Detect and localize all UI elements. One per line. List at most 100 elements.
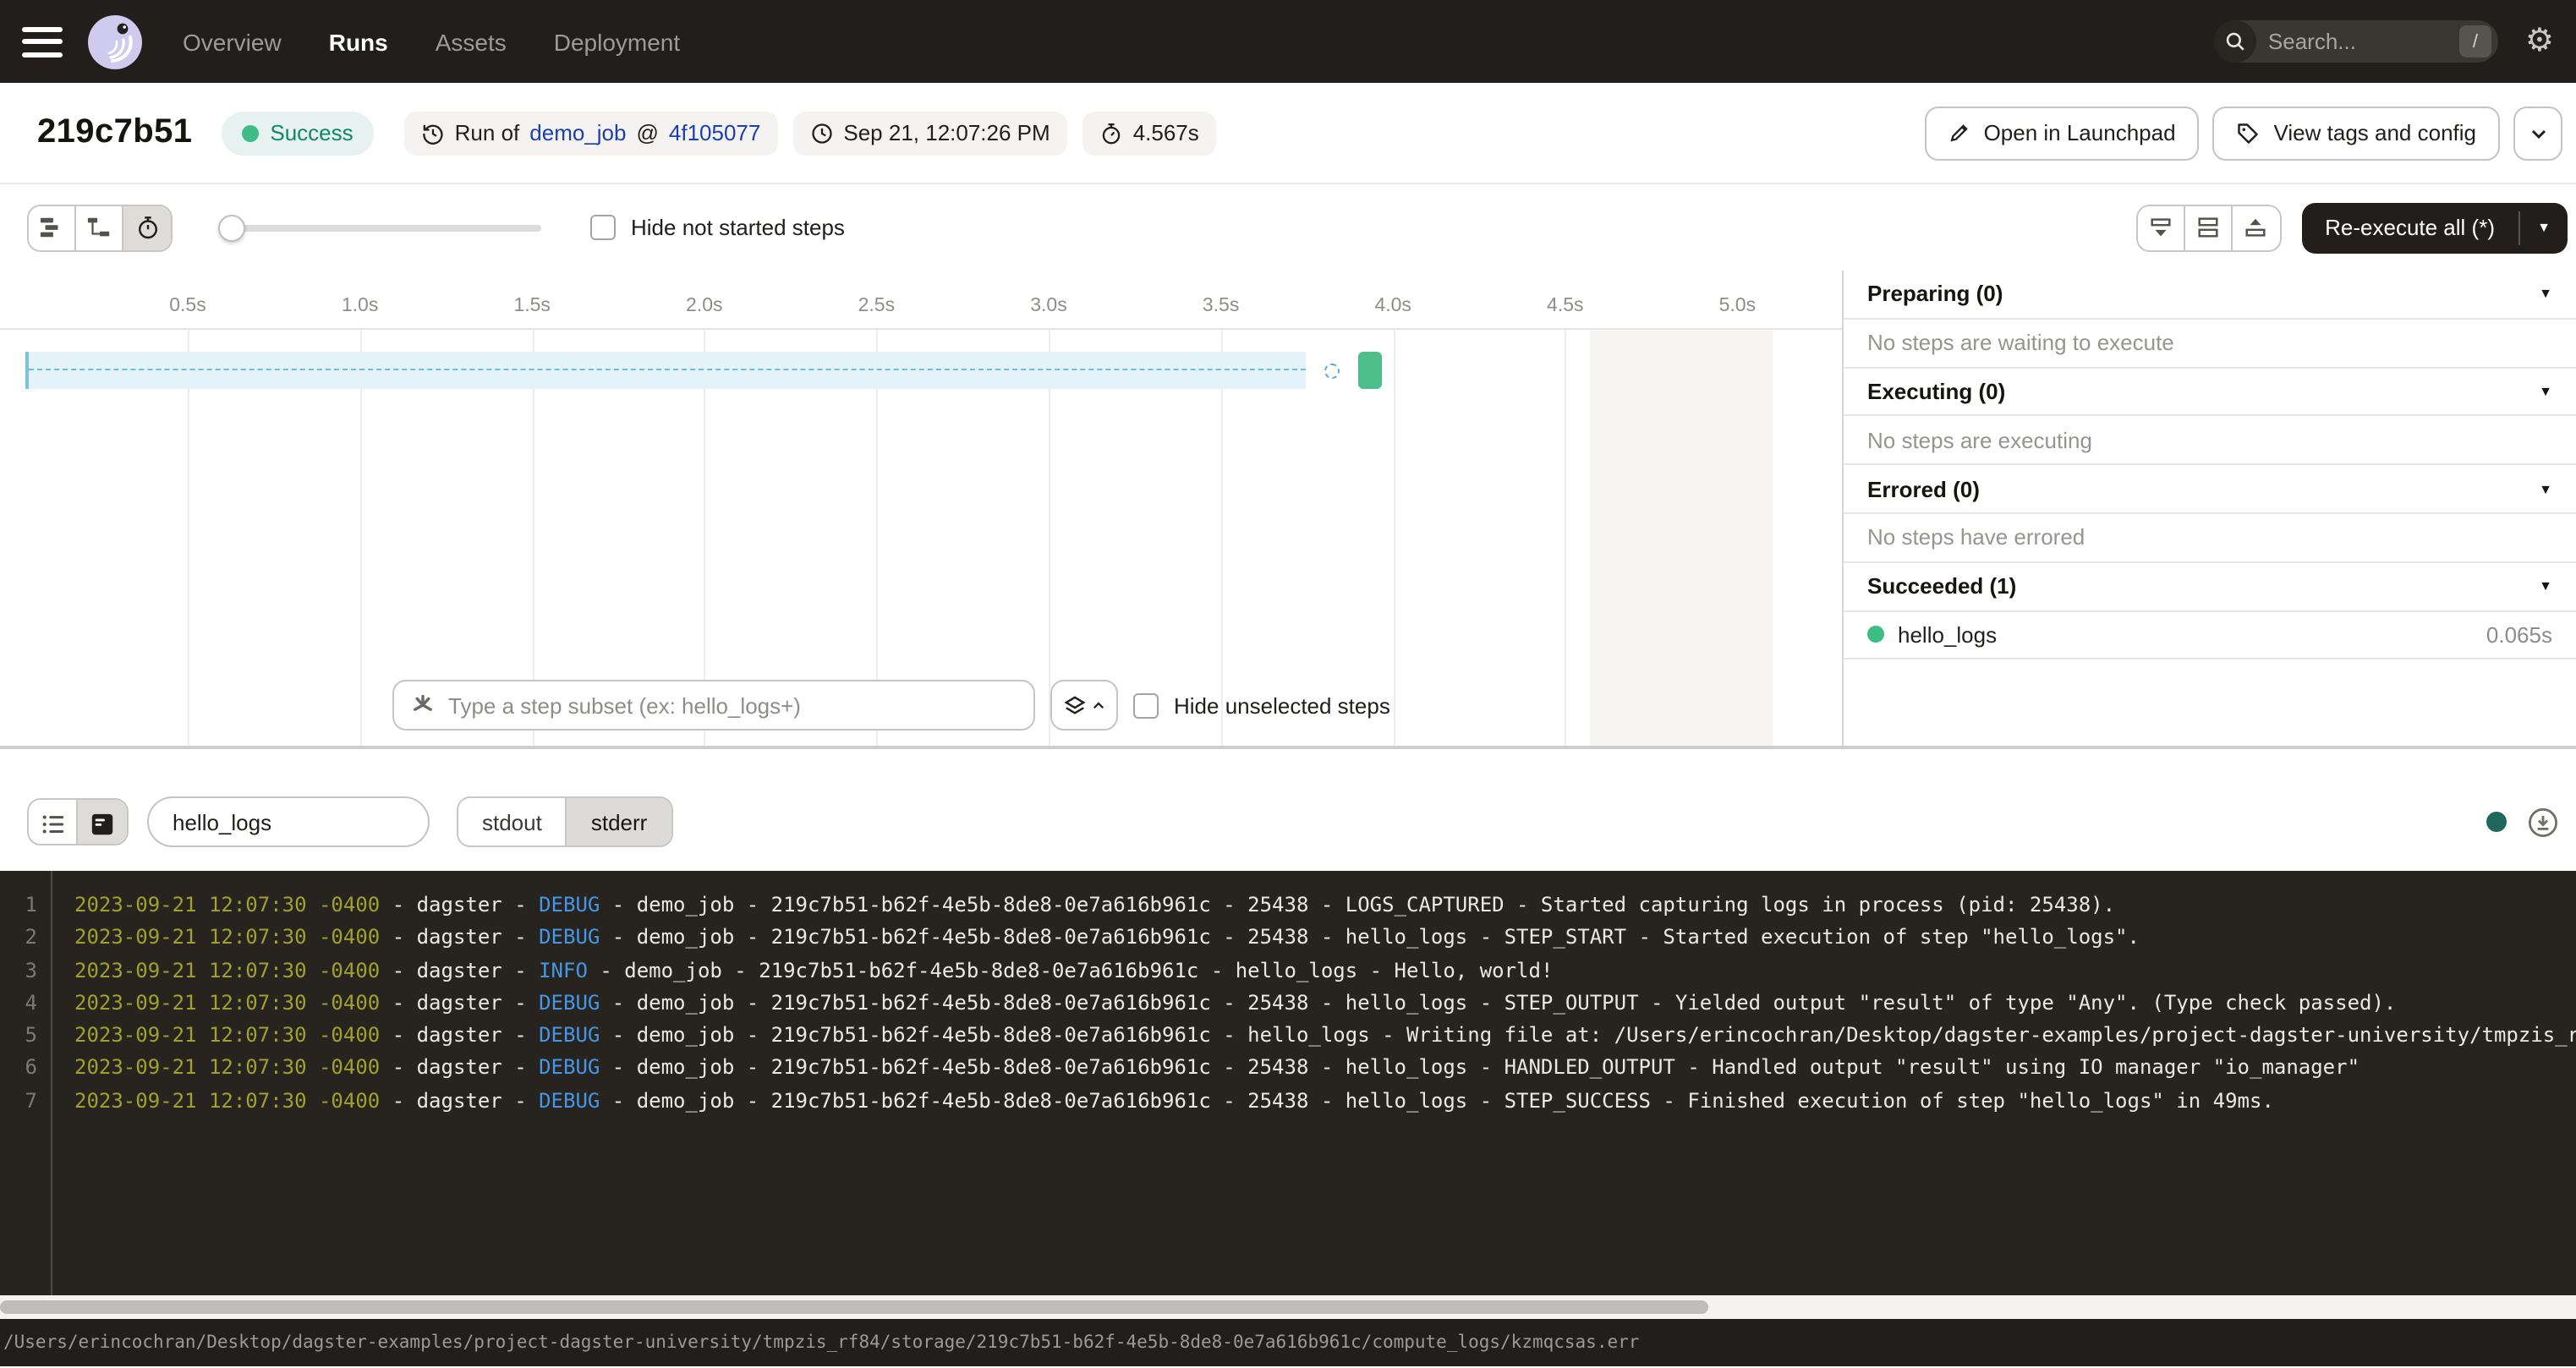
- top-nav: Overview Runs Assets Deployment / ⚙: [0, 0, 2576, 83]
- op-selector-icon: [411, 693, 435, 717]
- panel-section-title: Preparing (0): [1867, 282, 2539, 307]
- stopwatch-icon: [1099, 121, 1123, 145]
- log-status-dot-icon: [2486, 812, 2507, 832]
- structured-log-view-button[interactable]: [29, 800, 78, 845]
- axis-tick-label: 1.5s: [513, 296, 551, 316]
- panel-step-row[interactable]: hello_logs0.065s: [1844, 611, 2576, 660]
- raw-log-view-button[interactable]: [78, 800, 127, 845]
- section-collapse-caret-icon[interactable]: ▼: [2539, 384, 2552, 399]
- axis-gridline: [188, 330, 189, 746]
- gantt-overflow-band: [1590, 330, 1773, 746]
- log-hscrollbar-thumb[interactable]: [0, 1300, 1708, 1314]
- slider-thumb[interactable]: [218, 214, 245, 241]
- more-actions-button[interactable]: [2513, 106, 2562, 160]
- hide-not-started-checkbox[interactable]: [590, 215, 616, 240]
- chevron-down-icon: [2528, 123, 2548, 143]
- step-success-dot-icon: [1867, 627, 1884, 643]
- log-line: 5 2023-09-21 12:07:30 -0400 - dagster - D…: [0, 1020, 2576, 1053]
- gear-icon[interactable]: ⚙: [2525, 25, 2554, 57]
- collapse-panel-down-button[interactable]: [2137, 205, 2184, 249]
- step-subset-box[interactable]: [392, 680, 1035, 731]
- timed-gantt-view-button[interactable]: [123, 205, 171, 249]
- step-waiting-bar[interactable]: [25, 352, 1306, 389]
- hide-not-started-label[interactable]: Hide not started steps: [631, 215, 845, 240]
- status-bar: /Users/erincochran/Desktop/dagster-examp…: [0, 1319, 2576, 1366]
- log-line: 12023-09-21 12:07:30 -0400 - dagster - D…: [0, 889, 2576, 922]
- hide-unselected-checkbox[interactable]: [1133, 692, 1159, 718]
- success-dot-icon: [241, 124, 258, 141]
- panel-section-title: Errored (0): [1867, 476, 2539, 501]
- log-line-number: 6: [0, 1053, 37, 1086]
- panel-section-header: Succeeded (1)▼: [1844, 563, 2576, 612]
- search-shortcut-badge: /: [2459, 25, 2491, 57]
- section-collapse-caret-icon[interactable]: ▼: [2539, 287, 2552, 302]
- run-tags: Run of demo_job @ 4f105077 Sep 21, 12:07…: [404, 111, 1216, 155]
- log-line-text: 2023-09-21 12:07:30 -0400 - dagster - DE…: [74, 1020, 2576, 1053]
- gantt-toolbar: Hide not started steps Re-execute all (*…: [0, 184, 2576, 271]
- run-of-tag: Run of demo_job @ 4f105077: [404, 111, 778, 155]
- layers-icon: [1063, 694, 1085, 716]
- panel-empty-message: No steps are executing: [1844, 417, 2576, 466]
- log-line-text: 2023-09-21 12:07:30 -0400 - dagster - DE…: [74, 1086, 2274, 1119]
- axis-gridline: [1393, 330, 1395, 746]
- search-input[interactable]: [2268, 29, 2429, 54]
- reexecute-all-button[interactable]: Re-execute all (*) ▼: [2301, 202, 2568, 253]
- gantt-chart: 0.5s1.0s1.5s2.0s2.5s3.0s3.5s4.0s4.5s5.0s: [0, 271, 1844, 746]
- axis-tick-label: 1.0s: [342, 296, 379, 316]
- step-exec-bar[interactable]: [1358, 352, 1382, 389]
- nav-item-overview[interactable]: Overview: [183, 28, 282, 55]
- log-step-select[interactable]: hello_logs: [147, 796, 430, 847]
- waterfall-gantt-view-button[interactable]: [76, 205, 123, 249]
- axis-gridline: [360, 330, 362, 746]
- nav-item-assets[interactable]: Assets: [436, 28, 507, 55]
- search-box[interactable]: /: [2214, 20, 2498, 63]
- nav-item-runs[interactable]: Runs: [329, 28, 388, 55]
- split-panels-button[interactable]: [2184, 205, 2232, 249]
- panel-section-header: Errored (0)▼: [1844, 465, 2576, 514]
- tag-icon: [2237, 121, 2261, 145]
- step-subset-input[interactable]: [448, 692, 1017, 718]
- log-tab-stdout[interactable]: stdout: [458, 798, 567, 845]
- gantt-plot: Hide unselected steps: [0, 330, 1842, 746]
- log-toolbar: hello_logs stdoutstderr: [0, 749, 2576, 871]
- graph-query-toggle-button[interactable]: [1050, 680, 1118, 731]
- log-line-number: 5: [0, 1020, 37, 1053]
- run-header: 219c7b51 Success Run of demo_job @ 4f105…: [0, 83, 2576, 184]
- axis-tick-label: 4.0s: [1374, 296, 1411, 316]
- axis-tick-label: 3.5s: [1203, 296, 1240, 316]
- log-line: 22023-09-21 12:07:30 -0400 - dagster - D…: [0, 922, 2576, 955]
- run-metadata-panel: Preparing (0)▼No steps are waiting to ex…: [1844, 271, 2576, 746]
- flat-gantt-view-button[interactable]: [29, 205, 76, 249]
- open-launchpad-button[interactable]: Open in Launchpad: [1925, 106, 2200, 160]
- download-log-button[interactable]: [2527, 806, 2559, 838]
- axis-tick-label: 2.0s: [686, 296, 723, 316]
- axis-tick-label: 2.5s: [858, 296, 896, 316]
- search-icon: [2214, 20, 2256, 63]
- gantt-time-axis: 0.5s1.0s1.5s2.0s2.5s3.0s3.5s4.0s4.5s5.0s: [0, 271, 1842, 330]
- gantt-zoom-slider[interactable]: [218, 214, 541, 241]
- view-tags-config-button[interactable]: View tags and config: [2213, 106, 2500, 160]
- axis-tick-label: 3.0s: [1030, 296, 1067, 316]
- reexecute-caret-icon[interactable]: ▼: [2520, 202, 2568, 253]
- slider-track[interactable]: [218, 224, 541, 231]
- log-line-text: 2023-09-21 12:07:30 -0400 - dagster - DE…: [74, 922, 2140, 955]
- menu-icon[interactable]: [22, 26, 63, 57]
- log-hscrollbar: [0, 1295, 2576, 1319]
- version-link[interactable]: 4f105077: [669, 120, 760, 145]
- axis-gridline: [1565, 330, 1567, 746]
- job-link[interactable]: demo_job: [529, 120, 626, 145]
- log-line: 42023-09-21 12:07:30 -0400 - dagster - D…: [0, 988, 2576, 1021]
- history-icon: [421, 121, 445, 145]
- section-collapse-caret-icon[interactable]: ▼: [2539, 578, 2552, 594]
- log-line-text: 2023-09-21 12:07:30 -0400 - dagster - IN…: [74, 955, 1553, 988]
- section-collapse-caret-icon[interactable]: ▼: [2539, 481, 2552, 496]
- log-io-tabs: stdoutstderr: [457, 796, 672, 847]
- gantt-section: 0.5s1.0s1.5s2.0s2.5s3.0s3.5s4.0s4.5s5.0s: [0, 271, 2576, 746]
- chevron-up-icon: [1090, 698, 1105, 713]
- collapse-panel-up-button[interactable]: [2232, 205, 2279, 249]
- hide-unselected-label[interactable]: Hide unselected steps: [1174, 692, 1390, 718]
- log-tab-stderr[interactable]: stderr: [567, 798, 671, 845]
- dagster-logo-icon[interactable]: [88, 14, 142, 68]
- nav-item-deployment[interactable]: Deployment: [554, 28, 680, 55]
- log-line-text: 2023-09-21 12:07:30 -0400 - dagster - DE…: [74, 889, 2115, 922]
